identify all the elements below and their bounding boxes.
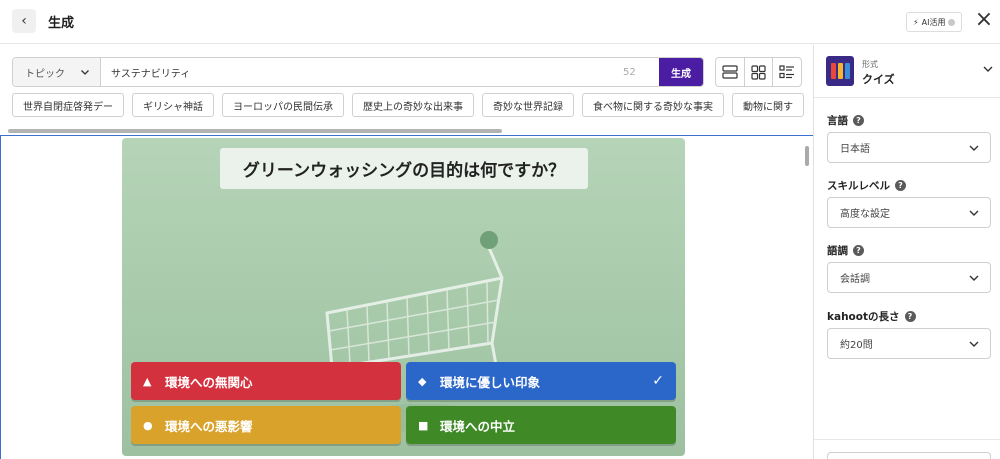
correct-check-icon: ✓ <box>652 373 664 389</box>
help-icon[interactable]: ? <box>904 311 916 322</box>
topic-chip[interactable]: 歴史上の奇妙な出来事 <box>352 93 474 117</box>
tone-label-text: 語調 <box>827 245 848 257</box>
chevron-left-icon: ‹ <box>21 13 27 29</box>
char-count: 52 <box>623 66 636 78</box>
ai-usage-badge[interactable]: ⚡ AI活用 <box>906 12 963 32</box>
chevron-down-icon <box>969 341 979 347</box>
main-panel: トピック 52 生成 <box>0 45 813 459</box>
question-text: グリーンウォッシングの目的は何ですか？ <box>220 148 588 189</box>
tone-select[interactable]: 会話調 <box>827 262 991 293</box>
topic-chip[interactable]: ヨーロッパの民間伝承 <box>222 93 344 117</box>
tone-label: 語調 ? <box>827 243 864 258</box>
skill-level-value: 高度な設定 <box>840 209 890 220</box>
rows-layout-icon <box>722 65 738 79</box>
topic-type-label: トピック <box>25 68 65 80</box>
help-icon[interactable]: ? <box>853 115 864 126</box>
topic-chip[interactable]: 世界自閉症啓発デー <box>12 93 124 117</box>
length-label-text: kahootの長さ <box>827 311 900 323</box>
suggested-topics: 世界自閉症啓発デー ギリシャ神話 ヨーロッパの民間伝承 歴史上の奇妙な出来事 奇… <box>12 93 813 119</box>
chevron-down-icon <box>969 275 979 281</box>
vertical-scrollbar[interactable] <box>805 146 809 166</box>
length-value: 約20問 <box>840 340 873 351</box>
answer-text: 環境に優しい印象 <box>440 374 541 390</box>
app-window: ‹ 生成 ⚡ AI活用 × トピック 52 生成 <box>0 0 1000 459</box>
tone-value: 会話調 <box>840 274 870 285</box>
chevron-down-icon <box>969 145 979 151</box>
panel-divider <box>814 439 1000 440</box>
topic-chip[interactable]: 食べ物に関する奇妙な事実 <box>582 93 724 117</box>
answer-text: 環境への中立 <box>440 418 516 434</box>
help-icon[interactable]: ? <box>895 180 906 191</box>
back-button[interactable]: ‹ <box>12 9 36 33</box>
topic-type-select[interactable]: トピック <box>13 58 101 86</box>
answer-option-yellow[interactable]: ● 環境への悪影響 <box>131 406 401 444</box>
footer-button[interactable] <box>827 452 991 459</box>
format-selector[interactable]: 形式 クイズ <box>814 45 1000 98</box>
ai-badge-label: AI活用 <box>921 17 946 27</box>
diamond-icon: ◆ <box>418 374 427 388</box>
triangle-icon: ▲ <box>143 374 152 388</box>
skill-level-label-text: スキルレベル <box>827 180 890 192</box>
answer-option-green[interactable]: ■ 環境への中立 <box>406 406 676 444</box>
topic-chip[interactable]: 奇妙な世界記録 <box>482 93 574 117</box>
circle-icon: ● <box>143 418 153 432</box>
topic-input[interactable] <box>101 58 623 86</box>
layout-list-button[interactable] <box>772 58 801 86</box>
close-button[interactable]: × <box>973 7 995 32</box>
format-label: 形式 <box>862 60 878 69</box>
help-icon[interactable]: ? <box>853 245 864 256</box>
info-dot-icon <box>948 18 956 26</box>
length-label: kahootの長さ ? <box>827 309 916 324</box>
language-label: 言語 ? <box>827 113 864 128</box>
list-layout-icon <box>779 65 795 79</box>
topic-search-bar: トピック 52 生成 <box>12 57 704 87</box>
language-select[interactable]: 日本語 <box>827 132 991 163</box>
chevron-down-icon <box>81 70 89 75</box>
page-title: 生成 <box>48 16 75 31</box>
language-value: 日本語 <box>840 144 870 155</box>
answer-text: 環境への無関心 <box>165 374 253 390</box>
horizontal-scrollbar[interactable] <box>8 129 502 133</box>
skill-level-select[interactable]: 高度な設定 <box>827 197 991 228</box>
length-select[interactable]: 約20問 <box>827 328 991 359</box>
answer-text: 環境への悪影響 <box>165 418 253 434</box>
grid-layout-icon <box>751 64 766 80</box>
chevron-down-icon <box>983 66 993 72</box>
generate-button[interactable]: 生成 <box>659 58 703 86</box>
lightning-icon: ⚡ <box>913 17 919 27</box>
square-icon: ■ <box>418 418 429 432</box>
topic-chip[interactable]: 動物に関す <box>732 93 804 117</box>
answer-option-red[interactable]: ▲ 環境への無関心 <box>131 362 401 400</box>
answer-option-blue[interactable]: ◆ 環境に優しい印象 ✓ <box>406 362 676 400</box>
question-slide[interactable]: グリーンウォッシングの目的は何ですか？ ▲ 環境への無関心 ◆ 環境に優しい印象… <box>122 138 685 456</box>
layout-toggle-group <box>715 57 802 87</box>
settings-panel: 形式 クイズ 言語 ? 日本語 スキルレベル ? 高度な設定 語調 ? 会話調 <box>813 45 1000 459</box>
topic-chip[interactable]: ギリシャ神話 <box>132 93 214 117</box>
close-icon: × <box>974 7 994 32</box>
layout-grid-button[interactable] <box>743 58 773 86</box>
quiz-format-icon <box>826 56 854 86</box>
top-bar: ‹ 生成 ⚡ AI活用 × <box>0 0 1000 44</box>
language-label-text: 言語 <box>827 115 848 127</box>
question-preview: グリーンウォッシングの目的は何ですか？ ▲ 環境への無関心 ◆ 環境に優しい印象… <box>0 135 813 459</box>
chevron-down-icon <box>969 210 979 216</box>
skill-level-label: スキルレベル ? <box>827 178 906 193</box>
layout-rows-button[interactable] <box>716 58 744 86</box>
format-value: クイズ <box>862 73 895 86</box>
